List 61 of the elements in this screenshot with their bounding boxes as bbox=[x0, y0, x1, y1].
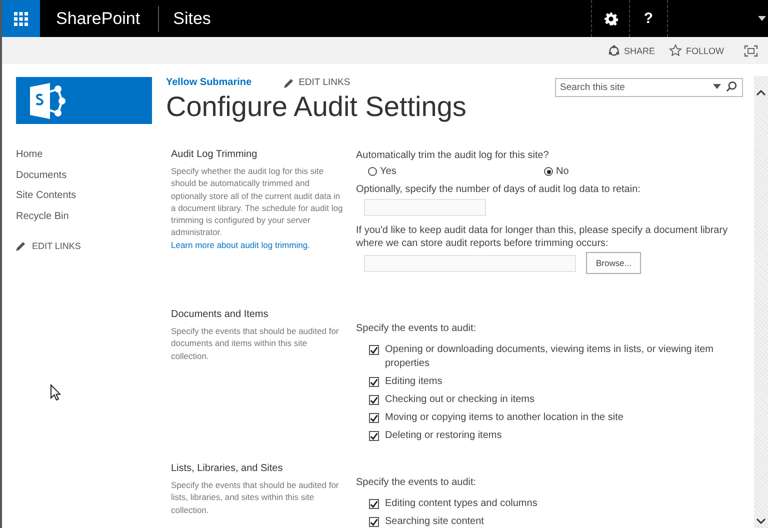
checkbox[interactable] bbox=[369, 517, 379, 527]
pencil-icon bbox=[16, 241, 26, 251]
question-label: Automatically trim the audit log for this site? bbox=[356, 149, 549, 162]
event-label: Searching site content bbox=[385, 515, 484, 528]
events-label: Specify the events to audit: bbox=[356, 322, 476, 335]
mouse-pointer-icon bbox=[50, 384, 62, 402]
days-label: Optionally, specify the number of days of audit log data to retain: bbox=[356, 183, 640, 196]
checkbox[interactable] bbox=[369, 377, 379, 387]
section-title: Lists, Libraries, and Sites bbox=[171, 463, 284, 474]
checkbox[interactable] bbox=[369, 395, 379, 405]
section-description: Specify whether the audit log for this site should be automatically trimmed and optionally store all of the current audit data in a document library. The schedule for audit log trimming is configured by your server administrator. Learn more about audit log trimming. bbox=[171, 165, 343, 252]
focus-icon[interactable] bbox=[744, 44, 758, 56]
events-label: Specify the events to audit: bbox=[356, 476, 476, 489]
brand-name[interactable]: SharePoint bbox=[56, 8, 140, 28]
radio-option[interactable]: No bbox=[544, 166, 720, 177]
page-title: Configure Audit Settings bbox=[166, 91, 468, 123]
radio-option[interactable]: Yes bbox=[368, 166, 544, 177]
caret-icon[interactable] bbox=[713, 84, 721, 89]
checkbox[interactable] bbox=[369, 345, 379, 355]
nav-link[interactable]: Home bbox=[16, 149, 157, 170]
section-description: Specify the events that should be audited for lists, libraries, and sites within this site collection. bbox=[171, 479, 340, 516]
nav-link[interactable]: Documents bbox=[16, 170, 157, 190]
section-description: Specify the events that should be audited for documents and items within this site collection. bbox=[171, 325, 340, 362]
scroll-down-icon[interactable] bbox=[756, 518, 766, 524]
edit-links-button[interactable]: EDIT LINKS bbox=[16, 241, 157, 251]
settings-icon bbox=[604, 12, 618, 26]
grid-icon bbox=[14, 12, 28, 26]
event-label: Editing content types and columns bbox=[385, 497, 538, 511]
action-link[interactable]: FOLLOW bbox=[668, 44, 724, 57]
event-label: Editing items bbox=[385, 375, 442, 389]
library-field[interactable] bbox=[364, 254, 576, 272]
checkbox[interactable] bbox=[369, 413, 379, 423]
app-launcher-button[interactable] bbox=[2, 0, 40, 37]
browse-button[interactable]: Browse... bbox=[586, 252, 642, 274]
pencil-icon bbox=[284, 78, 294, 88]
section-title: Documents and Items bbox=[171, 309, 270, 320]
checkbox[interactable] bbox=[369, 499, 379, 509]
scrollbar[interactable] bbox=[754, 76, 768, 528]
edit-links-button[interactable]: EDIT LINKS bbox=[284, 77, 350, 88]
section-title: Audit Log Trimming bbox=[171, 149, 258, 160]
days-field[interactable] bbox=[364, 199, 486, 216]
nav-link[interactable]: Site Contents bbox=[16, 190, 157, 210]
nav-link[interactable]: Recycle Bin bbox=[16, 210, 157, 231]
action-link[interactable]: SHARE bbox=[608, 44, 655, 56]
event-label: Opening or downloading documents, viewing items in lists, or viewing item properties bbox=[385, 343, 714, 371]
search-icon[interactable] bbox=[726, 81, 737, 92]
site-logo[interactable] bbox=[16, 77, 152, 124]
sites-link[interactable]: Sites bbox=[173, 8, 211, 28]
learn-more-link[interactable]: Learn more about audit log trimming. bbox=[171, 240, 310, 250]
checkbox[interactable] bbox=[369, 431, 379, 441]
sharepoint-logo-icon bbox=[28, 82, 68, 118]
site-name-link[interactable]: Yellow Submarine bbox=[166, 77, 252, 88]
star-icon bbox=[668, 44, 682, 57]
event-label: Deleting or restoring items bbox=[385, 429, 502, 443]
event-label: Checking out or checking in items bbox=[385, 393, 535, 407]
share-icon bbox=[608, 44, 620, 56]
search-field[interactable]: Search this site bbox=[555, 78, 743, 97]
caret-icon[interactable] bbox=[758, 16, 766, 21]
event-label: Moving or copying items to another location in the site bbox=[385, 411, 624, 425]
library-label: If you'd like to keep audit data for longer than this, please specify a document library where we can store audit reports before trimming occurs: bbox=[356, 224, 729, 250]
scroll-up-icon[interactable] bbox=[756, 90, 766, 96]
